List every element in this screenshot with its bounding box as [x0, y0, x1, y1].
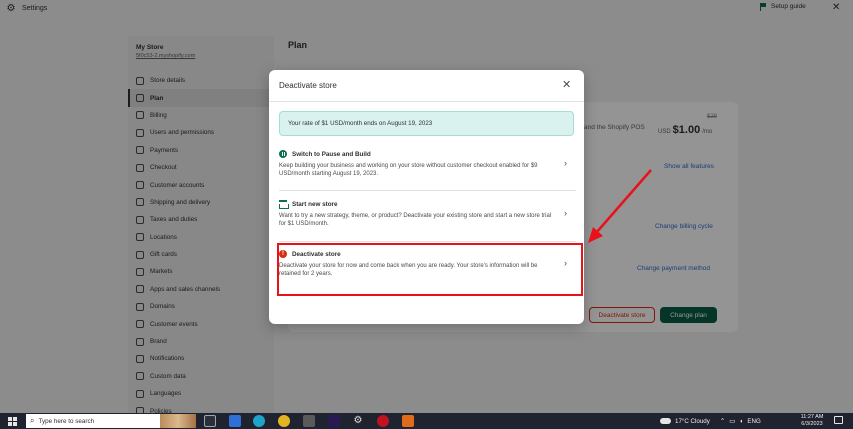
- chevron-right-icon: ›: [564, 158, 567, 168]
- search-highlight-image: [160, 414, 196, 428]
- settings-gear-icon[interactable]: ⚙: [352, 415, 364, 427]
- network-icon[interactable]: ▭: [729, 417, 735, 425]
- option-description: Keep building your business and working …: [279, 163, 538, 178]
- close-modal-button[interactable]: ✕: [562, 78, 571, 91]
- record-icon[interactable]: [377, 415, 389, 427]
- windows-start-icon[interactable]: [8, 416, 17, 426]
- task-view-icon[interactable]: [204, 415, 216, 427]
- media-player-icon[interactable]: [303, 415, 315, 427]
- premiere-icon[interactable]: [328, 415, 340, 427]
- volume-icon[interactable]: ◖: [739, 418, 743, 425]
- chevron-up-icon[interactable]: ⌃: [720, 417, 725, 425]
- pause-icon: [279, 150, 287, 158]
- option-description: Want to try a new strategy, theme, or pr…: [279, 213, 552, 228]
- store-icon: [279, 200, 289, 209]
- option-title: Start new store: [292, 201, 338, 208]
- rate-info-banner: Your rate of $1 USD/month ends on August…: [279, 111, 574, 136]
- language-indicator[interactable]: ENG: [747, 418, 760, 425]
- option-title: Switch to Pause and Build: [292, 151, 371, 158]
- notification-icon[interactable]: [834, 416, 843, 424]
- modal-title: Deactivate store: [279, 81, 337, 90]
- search-icon: ⌕: [30, 416, 35, 425]
- weather-text[interactable]: 17°C Cloudy: [675, 418, 710, 425]
- divider: [279, 190, 576, 191]
- chevron-right-icon: ›: [564, 208, 567, 218]
- taskbar: ⌕ Type here to search ⚙ 17°C Cloudy ⌃ ▭ …: [0, 413, 853, 429]
- clock-time: 11:27 AM: [800, 414, 824, 420]
- search-placeholder: Type here to search: [38, 417, 95, 425]
- taskbar-clock[interactable]: 11:27 AM 6/3/2023: [797, 414, 827, 428]
- option-pause-and-build[interactable]: Switch to Pause and Build Keep building …: [279, 150, 576, 183]
- system-tray: 17°C Cloudy ⌃ ▭ ◖ ENG: [660, 413, 761, 429]
- app-icon[interactable]: [402, 415, 414, 427]
- highlight-box: [277, 243, 583, 296]
- clock-date: 6/3/2023: [801, 421, 823, 427]
- chrome-icon[interactable]: [278, 415, 290, 427]
- mail-icon[interactable]: [229, 415, 241, 427]
- edge-icon[interactable]: [253, 415, 265, 427]
- modal-header: Deactivate store ✕: [269, 70, 584, 102]
- divider: [279, 241, 576, 242]
- taskbar-search[interactable]: ⌕ Type here to search: [26, 414, 196, 428]
- option-start-new-store[interactable]: Start new store Want to try a new strate…: [279, 200, 576, 233]
- cloud-icon: [660, 418, 671, 424]
